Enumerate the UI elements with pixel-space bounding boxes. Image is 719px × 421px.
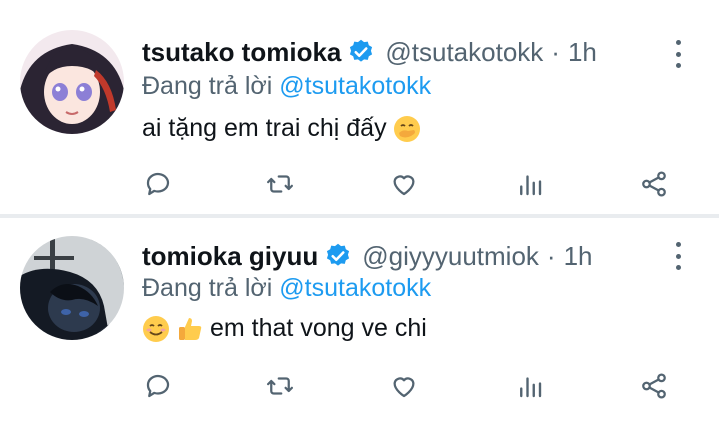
more-options-icon[interactable] — [671, 242, 685, 270]
share-icon[interactable] — [636, 166, 672, 202]
user-handle[interactable]: @tsutakotokk — [385, 37, 543, 68]
hand-over-mouth-emoji — [393, 115, 421, 143]
views-icon[interactable] — [512, 368, 548, 404]
smiling-face-emoji — [142, 315, 170, 343]
reply-prefix: Đang trả lời — [142, 274, 273, 302]
tweet-text: ai tặng em trai chị đấy — [142, 114, 421, 143]
display-name[interactable]: tomioka giyuu — [142, 241, 318, 272]
tweet-actions — [140, 166, 676, 202]
avatar[interactable] — [20, 30, 124, 134]
thumbs-up-emoji — [176, 315, 204, 343]
timestamp[interactable]: 1h — [568, 37, 597, 68]
share-icon[interactable] — [636, 368, 672, 404]
reply-prefix: Đang trả lời — [142, 72, 273, 100]
display-name[interactable]: tsutako tomioka — [142, 37, 341, 68]
tweet[interactable]: tomioka giyuu @giyyyuutmiok · 1h Đang tr… — [0, 218, 719, 420]
like-icon[interactable] — [386, 166, 422, 202]
more-options-icon[interactable] — [671, 40, 685, 68]
tweet-text-content: ai tặng em trai chị đấy — [142, 114, 387, 142]
verified-badge-icon — [347, 38, 375, 66]
separator-dot: · — [551, 36, 560, 67]
tweet-header: tsutako tomioka @tsutakotokk · 1h — [142, 36, 659, 68]
avatar[interactable] — [20, 236, 124, 340]
tweet-text-content: em that vong ve chi — [210, 314, 427, 342]
tweet-actions — [140, 368, 676, 404]
reply-icon[interactable] — [140, 166, 176, 202]
user-handle[interactable]: @giyyyuutmiok — [362, 241, 539, 272]
reply-mention-link[interactable]: @tsutakotokk — [279, 274, 431, 302]
reply-mention-link[interactable]: @tsutakotokk — [279, 72, 431, 100]
like-icon[interactable] — [386, 368, 422, 404]
timestamp[interactable]: 1h — [564, 241, 593, 272]
reply-context: Đang trả lời @tsutakotokk — [142, 72, 431, 101]
reply-icon[interactable] — [140, 368, 176, 404]
views-icon[interactable] — [512, 166, 548, 202]
reply-context: Đang trả lời @tsutakotokk — [142, 274, 431, 303]
tweet-header: tomioka giyuu @giyyyuutmiok · 1h — [142, 240, 659, 272]
tweet[interactable]: tsutako tomioka @tsutakotokk · 1h Đang t… — [0, 0, 719, 214]
retweet-icon[interactable] — [262, 166, 298, 202]
verified-badge-icon — [324, 242, 352, 270]
retweet-icon[interactable] — [262, 368, 298, 404]
tweet-text: em that vong ve chi — [142, 314, 427, 343]
separator-dot: · — [546, 240, 556, 271]
